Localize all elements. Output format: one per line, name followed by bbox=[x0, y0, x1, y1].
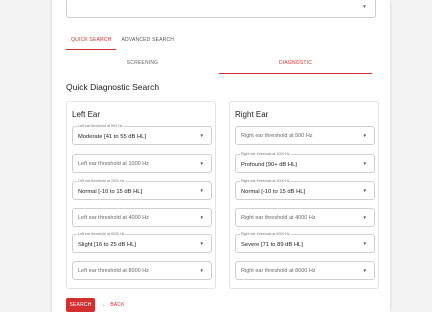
chevron-down-icon: ▼ bbox=[199, 241, 204, 246]
field-placeholder: Left ear threshold at 8000 Hz bbox=[78, 268, 149, 274]
chevron-down-icon: ▼ bbox=[362, 268, 367, 273]
chevron-down-icon: ▼ bbox=[362, 188, 367, 193]
field-label: Left ear threshold at 6000 Hz bbox=[77, 232, 126, 237]
right-8000-select[interactable]: Right ear threshold at 8000 Hz ▼ bbox=[235, 261, 375, 280]
field-label: Right ear threshold at 1000 Hz bbox=[240, 152, 291, 157]
field-value: Slight [16 to 25 dB HL] bbox=[78, 242, 137, 248]
left-2000-select[interactable]: Left ear threshold at 2000 Hz Normal [-1… bbox=[72, 179, 212, 200]
left-4000-select[interactable]: Left ear threshold at 4000 Hz ▼ bbox=[72, 208, 212, 227]
left-6000-select[interactable]: Left ear threshold at 6000 Hz Slight [16… bbox=[72, 232, 212, 253]
tab-screening[interactable]: SCREENING bbox=[66, 58, 219, 74]
chevron-down-icon: ▼ bbox=[362, 241, 367, 246]
tab-advanced-search[interactable]: ADVANCED SEARCH bbox=[116, 36, 179, 50]
left-ear-panel: Left Ear Left ear threshold at 500 Hz Mo… bbox=[66, 101, 216, 289]
field-placeholder: Left ear threshold at 1000 Hz bbox=[78, 161, 149, 167]
tab-diagnostic[interactable]: DIAGNOSTIC bbox=[219, 58, 372, 74]
field-value: Normal [-10 to 15 dB HL] bbox=[241, 189, 306, 195]
search-tabs: QUICK SEARCH ADVANCED SEARCH bbox=[66, 36, 179, 50]
left-500-select[interactable]: Left ear threshold at 500 Hz Moderate [4… bbox=[72, 124, 212, 145]
chevron-down-icon: ▼ bbox=[362, 133, 367, 138]
field-value: Normal [-10 to 15 dB HL] bbox=[78, 189, 143, 195]
left-ear-title: Left Ear bbox=[72, 110, 101, 119]
right-ear-panel: Right Ear Right ear threshold at 500 Hz … bbox=[229, 101, 379, 289]
chevron-down-icon: ▼ bbox=[362, 4, 367, 10]
chevron-down-icon: ▼ bbox=[199, 133, 204, 138]
field-placeholder: Right ear threshold at 500 Hz bbox=[241, 133, 313, 139]
field-value: Profound [90+ dB HL] bbox=[241, 162, 297, 168]
chevron-down-icon: ▼ bbox=[199, 215, 204, 220]
top-select[interactable]: ▼ bbox=[66, 0, 376, 18]
field-value: Moderate [41 to 55 dB HL] bbox=[78, 134, 146, 140]
search-button[interactable]: SEARCH bbox=[66, 298, 95, 312]
arrow-left-icon: ← bbox=[102, 302, 108, 308]
field-label: Left ear threshold at 500 Hz bbox=[77, 124, 124, 129]
field-value: Severe [71 to 89 dB HL] bbox=[241, 242, 303, 248]
chevron-down-icon: ▼ bbox=[199, 161, 204, 166]
field-label: Left ear threshold at 2000 Hz bbox=[77, 179, 126, 184]
field-placeholder: Left ear threshold at 4000 Hz bbox=[78, 215, 149, 221]
right-500-select[interactable]: Right ear threshold at 500 Hz ▼ bbox=[235, 126, 375, 145]
left-8000-select[interactable]: Left ear threshold at 8000 Hz ▼ bbox=[72, 261, 212, 280]
section-title: Quick Diagnostic Search bbox=[66, 82, 160, 92]
right-ear-title: Right Ear bbox=[235, 110, 269, 119]
right-6000-select[interactable]: Right ear threshold at 6000 Hz Severe [7… bbox=[235, 232, 375, 253]
chevron-down-icon: ▼ bbox=[199, 268, 204, 273]
back-button[interactable]: ← BACK bbox=[102, 298, 125, 312]
left-1000-select[interactable]: Left ear threshold at 1000 Hz ▼ bbox=[72, 154, 212, 173]
right-2000-select[interactable]: Right ear threshold at 2000 Hz Normal [-… bbox=[235, 179, 375, 200]
right-1000-select[interactable]: Right ear threshold at 1000 Hz Profound … bbox=[235, 152, 375, 173]
chevron-down-icon: ▼ bbox=[362, 161, 367, 166]
field-label: Right ear threshold at 6000 Hz bbox=[240, 232, 291, 237]
field-label: Right ear threshold at 2000 Hz bbox=[240, 179, 291, 184]
chevron-down-icon: ▼ bbox=[362, 215, 367, 220]
tab-quick-search[interactable]: QUICK SEARCH bbox=[66, 36, 117, 50]
field-placeholder: Right ear threshold at 8000 Hz bbox=[241, 268, 316, 274]
right-4000-select[interactable]: Right ear threshold at 4000 Hz ▼ bbox=[235, 208, 375, 227]
search-mode-tabs: SCREENING DIAGNOSTIC bbox=[66, 58, 372, 74]
field-placeholder: Right ear threshold at 4000 Hz bbox=[241, 215, 316, 221]
chevron-down-icon: ▼ bbox=[199, 188, 204, 193]
back-label: BACK bbox=[110, 302, 125, 308]
